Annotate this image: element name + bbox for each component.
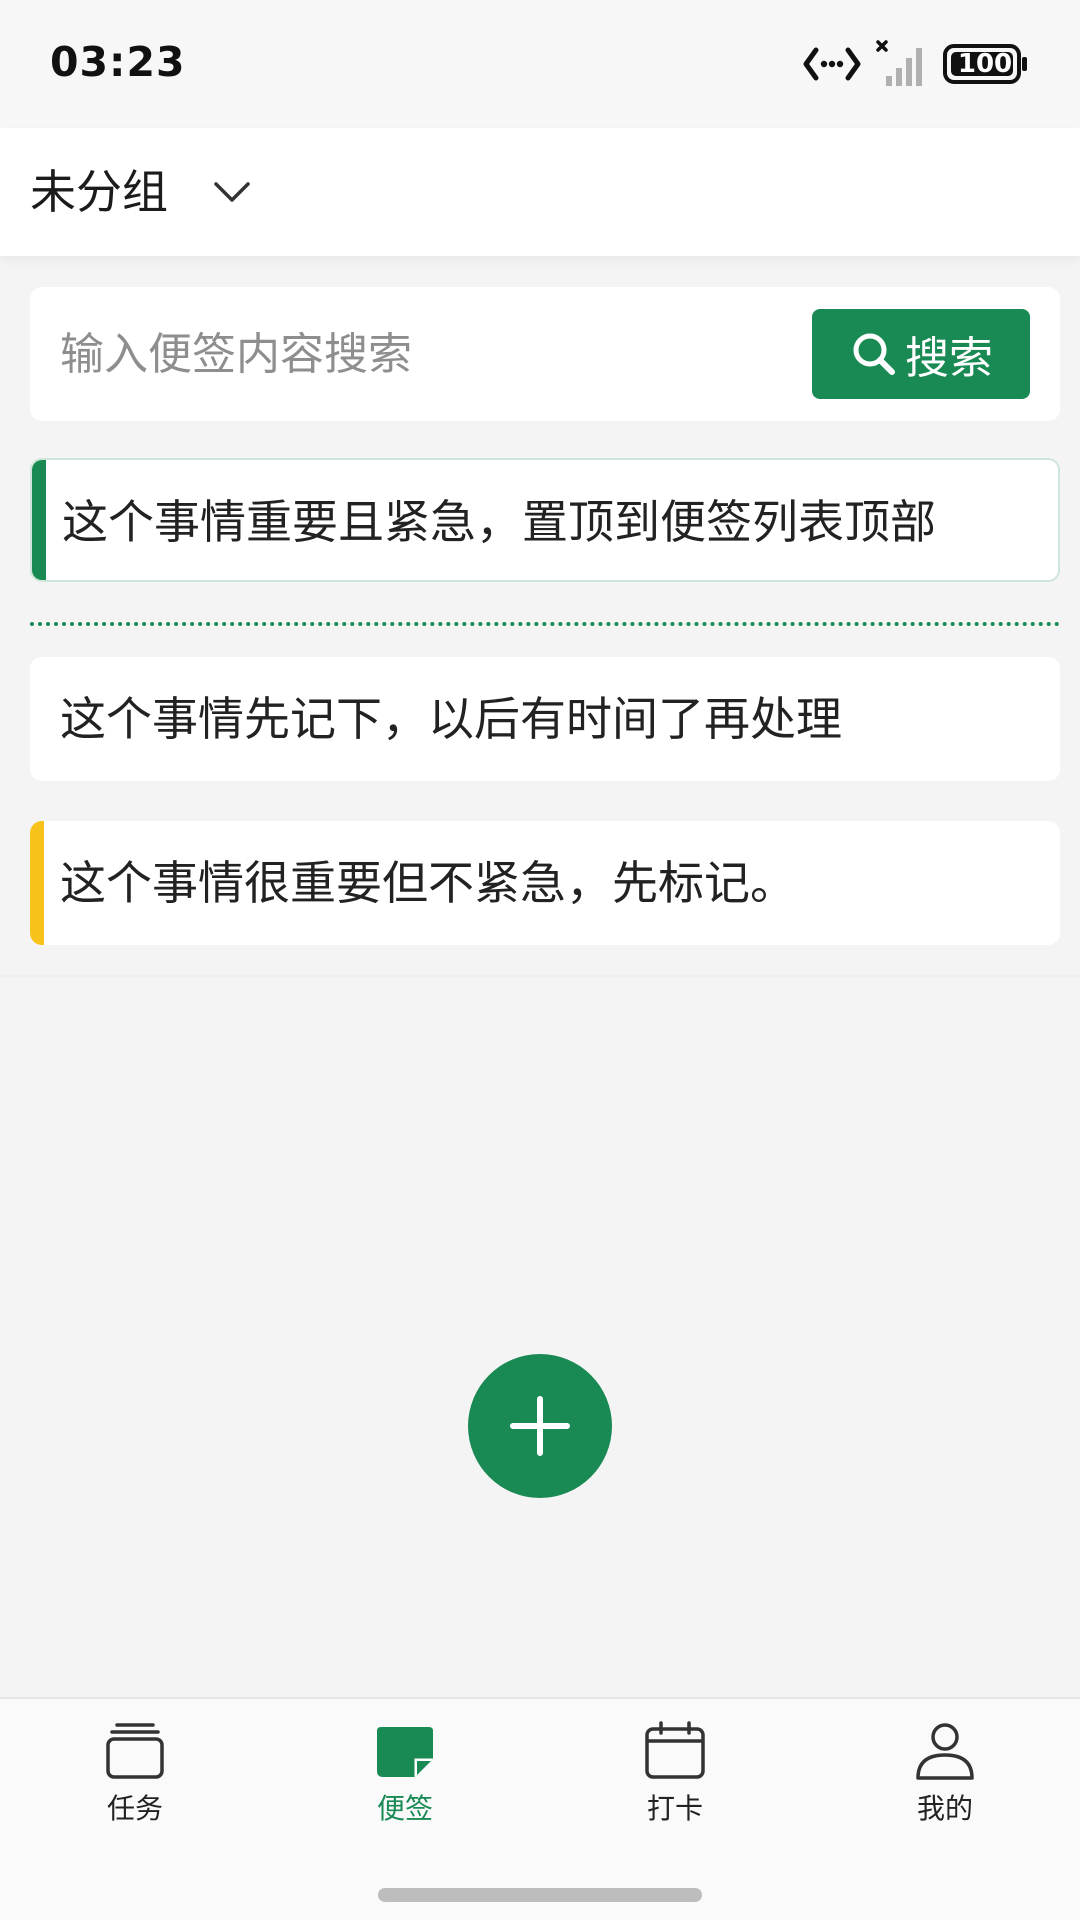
search-bar: 搜索 (30, 287, 1060, 421)
app-screen: 03:23 100 未分组 输入便签内容搜索 搜索 这个事情重要且紧急，置顶到便… (0, 0, 1080, 1920)
calendar-icon (645, 1721, 705, 1779)
nav-item-notes[interactable]: 便签 (270, 1699, 540, 1849)
user-icon (916, 1723, 974, 1780)
search-button-label: 搜索 (905, 333, 993, 384)
nav-label: 我的 (916, 1792, 973, 1825)
list-end-divider (0, 975, 1080, 977)
nav-label: 便签 (376, 1792, 433, 1825)
status-time: 03:23 (50, 38, 186, 86)
add-note-button[interactable] (468, 1354, 612, 1498)
note-marker-urgent (32, 460, 46, 580)
note-item-pinned[interactable]: 这个事情重要且紧急，置顶到便签列表顶部 (30, 458, 1060, 582)
nav-item-tasks[interactable]: 任务 (0, 1699, 270, 1849)
search-input[interactable] (60, 315, 800, 393)
note-item[interactable]: 这个事情先记下，以后有时间了再处理 (30, 657, 1060, 781)
status-icons: 100 (802, 38, 1032, 90)
signal-icon (876, 40, 922, 86)
search-icon (853, 333, 895, 375)
bottom-navigation: 任务 便签 打卡 我的 (0, 1697, 1080, 1920)
note-item-important[interactable]: 这个事情很重要但不紧急，先标记。 (30, 821, 1060, 945)
data-transfer-icon (803, 47, 861, 81)
status-bar: 03:23 100 (0, 0, 1080, 128)
nav-label: 打卡 (646, 1792, 703, 1825)
note-text: 这个事情重要且紧急，置顶到便签列表顶部 (62, 495, 936, 549)
group-selector[interactable]: 未分组 (30, 164, 168, 220)
plus-icon (510, 1396, 570, 1456)
note-marker-important (30, 821, 44, 945)
nav-label: 任务 (106, 1792, 163, 1825)
note-text: 这个事情很重要但不紧急，先标记。 (60, 856, 796, 910)
chevron-down-icon[interactable] (210, 174, 254, 210)
nav-item-checkin[interactable]: 打卡 (540, 1699, 810, 1849)
search-button[interactable]: 搜索 (812, 309, 1030, 399)
nav-item-profile[interactable]: 我的 (810, 1699, 1080, 1849)
note-text: 这个事情先记下，以后有时间了再处理 (60, 692, 842, 746)
sticky-note-icon (377, 1727, 433, 1777)
pinned-divider (30, 622, 1060, 626)
battery-level: 100 (957, 49, 1013, 79)
header: 未分组 (0, 128, 1080, 256)
home-indicator[interactable] (378, 1888, 702, 1902)
task-stack-icon (106, 1723, 164, 1779)
